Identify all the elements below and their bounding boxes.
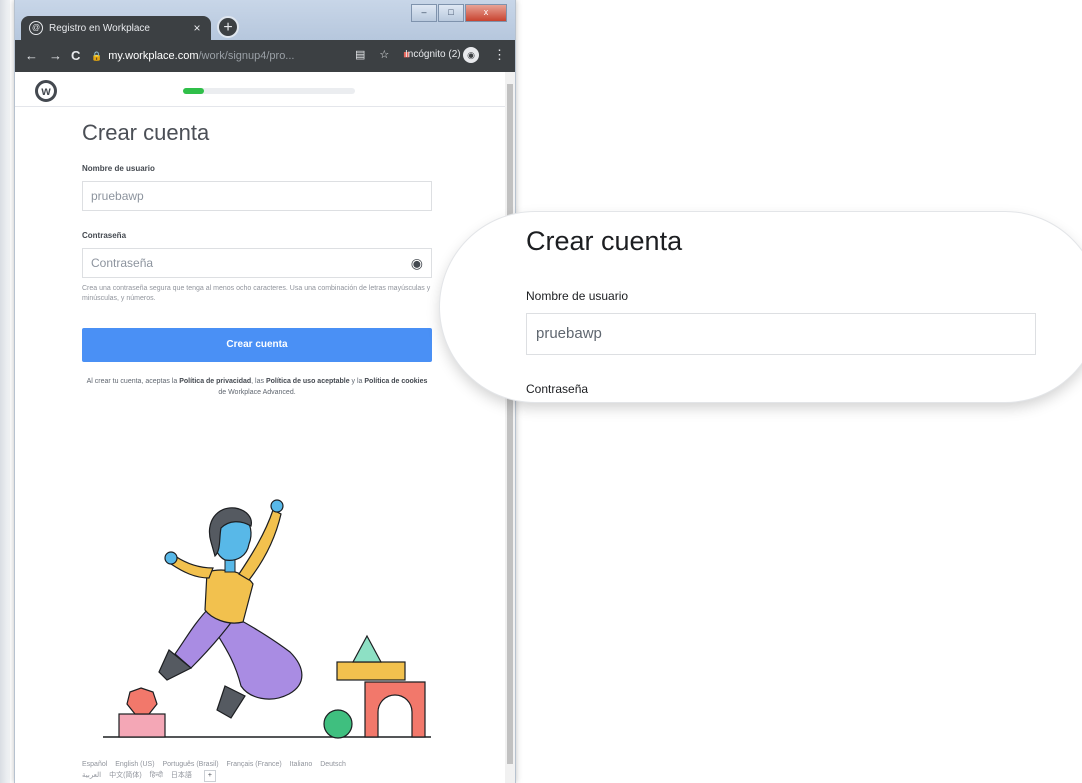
language-link[interactable]: English (US): [115, 761, 154, 768]
lock-icon: 🔒: [91, 50, 103, 61]
maximize-button[interactable]: □: [438, 4, 464, 22]
url-path: /work/signup4/pro...: [198, 50, 295, 62]
callout-password-label: Contraseña: [526, 382, 589, 396]
terms-prefix: Al crear tu cuenta, aceptas la: [86, 378, 180, 385]
jumping-person-illustration: [103, 499, 431, 739]
cookies-policy-link[interactable]: Política de cookies: [364, 378, 427, 385]
create-account-button[interactable]: Crear cuenta: [82, 328, 432, 362]
browser-menu-icon[interactable]: ⋮: [493, 47, 506, 63]
create-account-form: Crear cuenta Nombre de usuario pruebawp …: [82, 120, 432, 398]
address-bar[interactable]: 🔒 my.workplace.com/work/signup4/pro...: [91, 46, 391, 66]
password-input[interactable]: Contraseña ◉: [82, 248, 432, 278]
terms-text: Al crear tu cuenta, aceptas la Política …: [82, 376, 432, 398]
acceptable-use-link[interactable]: Política de uso aceptable: [266, 378, 350, 385]
background-edge: [0, 0, 10, 783]
browser-window: @ Registro en Workplace × + – □ x ← → C …: [14, 0, 516, 783]
language-link[interactable]: 日本語: [171, 772, 192, 779]
password-placeholder: Contraseña: [91, 256, 154, 270]
progress-fill: [183, 88, 204, 94]
browser-toolbar: ← → C 🔒 my.workplace.com/work/signup4/pr…: [15, 40, 515, 72]
password-label: Contraseña: [82, 231, 127, 240]
new-tab-button[interactable]: +: [217, 16, 239, 38]
language-link[interactable]: Français (France): [226, 761, 281, 768]
close-window-button[interactable]: x: [465, 4, 507, 22]
browser-tab[interactable]: @ Registro en Workplace ×: [21, 16, 211, 40]
terms-mid2: y la: [349, 378, 365, 385]
terms-mid1: , las: [251, 378, 266, 385]
signup-progress-bar: [183, 88, 355, 94]
translate-icon[interactable]: ▤: [355, 48, 365, 61]
show-password-eye-icon[interactable]: ◉: [411, 249, 423, 277]
privacy-policy-link[interactable]: Política de privacidad: [179, 378, 251, 385]
window-controls: – □ x: [410, 4, 507, 22]
language-link[interactable]: Italiano: [290, 761, 313, 768]
username-input[interactable]: pruebawp: [82, 181, 432, 211]
workplace-logo-icon[interactable]: w: [35, 80, 57, 102]
star-icon[interactable]: ☆: [379, 48, 389, 61]
scrollbar-thumb[interactable]: [507, 84, 513, 764]
workplace-favicon-icon: @: [29, 21, 43, 35]
title-bar: @ Registro en Workplace × + – □ x: [15, 0, 515, 40]
back-button[interactable]: ←: [25, 48, 38, 63]
current-language: Español: [82, 761, 108, 768]
language-link[interactable]: العربية: [82, 772, 101, 779]
tab-close-icon[interactable]: ×: [189, 21, 205, 35]
page-scrollbar[interactable]: [505, 72, 515, 783]
incognito-label[interactable]: Incógnito (2): [405, 49, 461, 60]
reload-button[interactable]: C: [71, 48, 80, 63]
callout-username-input: pruebawp: [526, 313, 1036, 355]
tab-title: Registro en Workplace: [49, 22, 150, 34]
forward-button[interactable]: →: [49, 48, 62, 63]
signup-page: w Crear cuenta Nombre de usuario pruebaw…: [15, 72, 505, 783]
password-hint: Crea una contraseña segura que tenga al …: [82, 285, 431, 302]
language-link[interactable]: Deutsch: [320, 761, 346, 768]
minimize-button[interactable]: –: [411, 4, 437, 22]
language-link[interactable]: हिन्दी: [150, 772, 163, 779]
incognito-icon[interactable]: ◉: [463, 47, 479, 63]
toolbar-icons: ▤ ☆ ■: [355, 48, 410, 62]
url-host: my.workplace.com: [108, 50, 199, 62]
zoom-callout: Crear cuenta Nombre de usuario pruebawp …: [440, 212, 1082, 402]
language-link[interactable]: Português (Brasil): [163, 761, 219, 768]
language-link[interactable]: 中文(简体): [109, 772, 142, 779]
callout-title: Crear cuenta: [526, 226, 683, 256]
terms-suffix: de Workplace Advanced.: [218, 389, 296, 396]
username-label: Nombre de usuario: [82, 164, 155, 173]
callout-username-label: Nombre de usuario: [526, 289, 629, 303]
header-divider: [15, 106, 505, 107]
more-languages-button[interactable]: +: [203, 770, 216, 782]
page-title: Crear cuenta: [82, 120, 210, 145]
language-footer: Español English (US) Português (Brasil) …: [82, 760, 462, 782]
